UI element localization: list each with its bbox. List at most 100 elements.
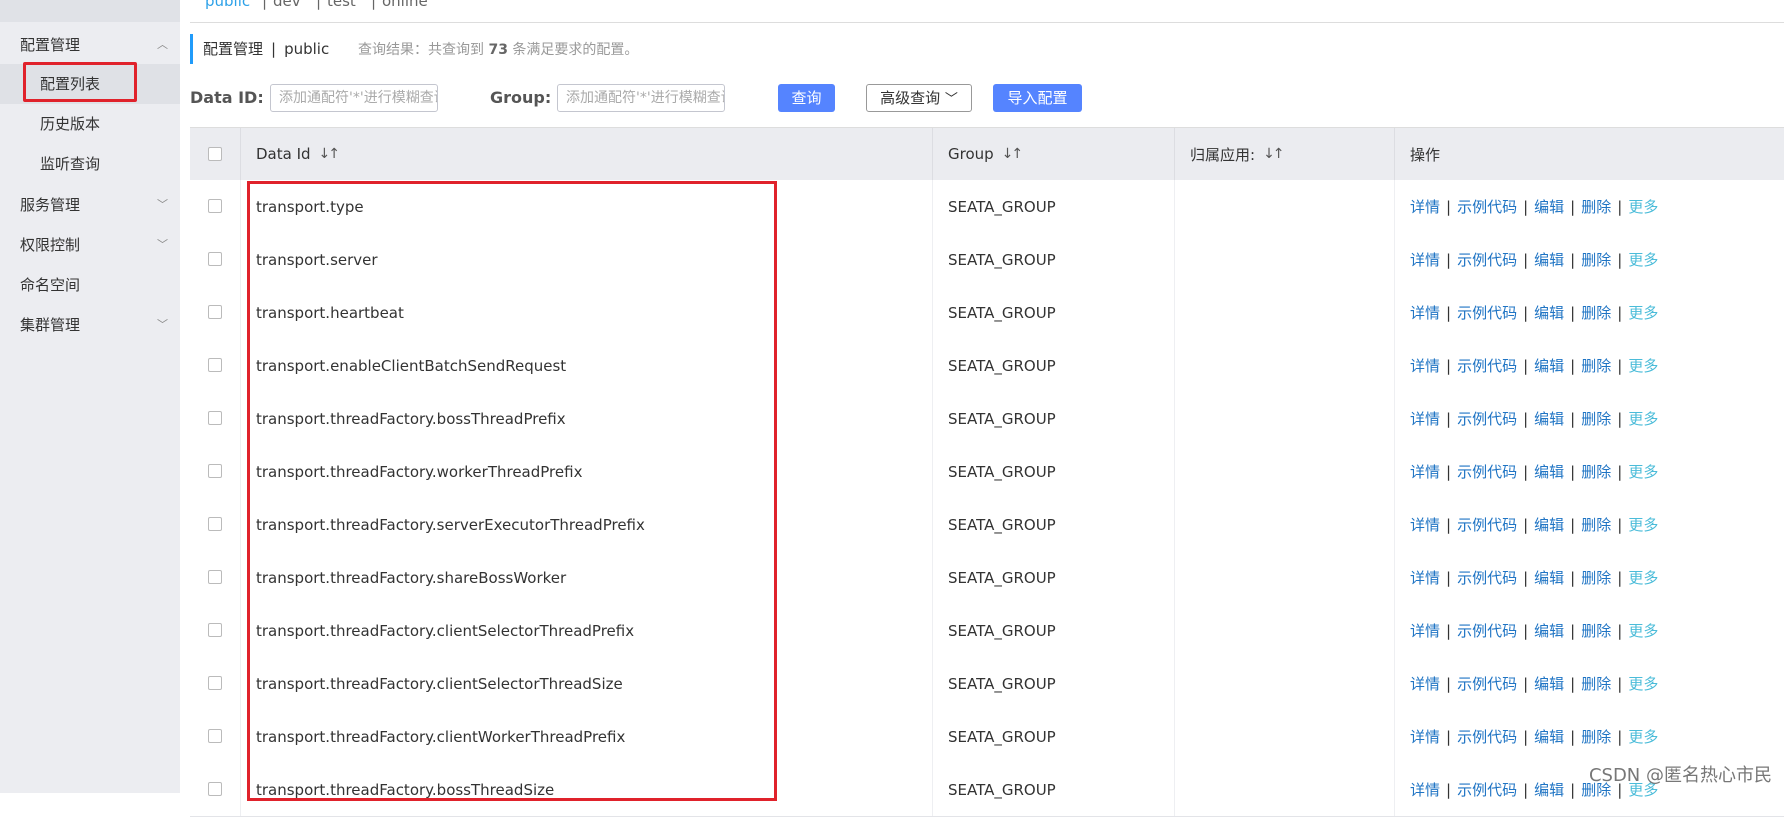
namespace-tab-public[interactable]: public (205, 0, 250, 9)
query-result-summary: 查询结果：共查询到 73 条满足要求的配置。 (358, 42, 638, 58)
row-checkbox[interactable] (208, 252, 222, 266)
row-checkbox[interactable] (208, 729, 222, 743)
detail-link[interactable]: 详情 (1410, 249, 1440, 270)
sample-code-link[interactable]: 示例代码 (1457, 673, 1517, 694)
sidebar-subitem-history[interactable]: 历史版本 (0, 104, 180, 144)
action-separator: | (1523, 780, 1529, 799)
detail-link[interactable]: 详情 (1410, 196, 1440, 217)
more-link[interactable]: 更多 (1628, 408, 1658, 429)
delete-link[interactable]: 删除 (1581, 726, 1611, 747)
sample-code-link[interactable]: 示例代码 (1457, 620, 1517, 641)
row-checkbox[interactable] (208, 411, 222, 425)
namespace-tab-test[interactable]: test (327, 0, 356, 9)
sample-code-link[interactable]: 示例代码 (1457, 302, 1517, 323)
sample-code-link[interactable]: 示例代码 (1457, 408, 1517, 429)
row-checkbox[interactable] (208, 464, 222, 478)
column-header-label: Data Id (256, 145, 311, 163)
sample-code-link[interactable]: 示例代码 (1457, 249, 1517, 270)
sort-icon[interactable]: ↓↑ (319, 146, 341, 162)
row-checkbox[interactable] (208, 199, 222, 213)
delete-link[interactable]: 删除 (1581, 514, 1611, 535)
sort-icon[interactable]: ↓↑ (1002, 146, 1024, 162)
sample-code-link[interactable]: 示例代码 (1457, 726, 1517, 747)
delete-link[interactable]: 删除 (1581, 567, 1611, 588)
detail-link[interactable]: 详情 (1410, 461, 1440, 482)
action-separator: | (1523, 515, 1529, 534)
sidebar-item-access-control[interactable]: 权限控制 ﹀ (0, 226, 180, 264)
edit-link[interactable]: 编辑 (1534, 779, 1564, 800)
edit-link[interactable]: 编辑 (1534, 620, 1564, 641)
sidebar-item-cluster-management[interactable]: 集群管理 ﹀ (0, 306, 180, 344)
namespace-tab-dev[interactable]: dev (273, 0, 301, 9)
more-link[interactable]: 更多 (1628, 302, 1658, 323)
detail-link[interactable]: 详情 (1410, 302, 1440, 323)
sample-code-link[interactable]: 示例代码 (1457, 196, 1517, 217)
sample-code-link[interactable]: 示例代码 (1457, 461, 1517, 482)
detail-link[interactable]: 详情 (1410, 779, 1440, 800)
edit-link[interactable]: 编辑 (1534, 514, 1564, 535)
column-header-group[interactable]: Group ↓↑ (932, 128, 1174, 180)
delete-link[interactable]: 删除 (1581, 408, 1611, 429)
more-link[interactable]: 更多 (1628, 673, 1658, 694)
edit-link[interactable]: 编辑 (1534, 355, 1564, 376)
more-link[interactable]: 更多 (1628, 620, 1658, 641)
more-link[interactable]: 更多 (1628, 567, 1658, 588)
namespace-tab-online[interactable]: online (382, 0, 428, 9)
sidebar-item-service-management[interactable]: 服务管理 ﹀ (0, 186, 180, 224)
detail-link[interactable]: 详情 (1410, 408, 1440, 429)
more-link[interactable]: 更多 (1628, 355, 1658, 376)
more-link[interactable]: 更多 (1628, 249, 1658, 270)
row-checkbox[interactable] (208, 570, 222, 584)
sort-icon[interactable]: ↓↑ (1263, 146, 1285, 162)
edit-link[interactable]: 编辑 (1534, 673, 1564, 694)
detail-link[interactable]: 详情 (1410, 567, 1440, 588)
detail-link[interactable]: 详情 (1410, 726, 1440, 747)
column-header-app[interactable]: 归属应用: ↓↑ (1174, 128, 1394, 180)
sample-code-link[interactable]: 示例代码 (1457, 779, 1517, 800)
detail-link[interactable]: 详情 (1410, 514, 1440, 535)
delete-link[interactable]: 删除 (1581, 461, 1611, 482)
select-all-checkbox[interactable] (208, 147, 222, 161)
row-checkbox[interactable] (208, 676, 222, 690)
delete-link[interactable]: 删除 (1581, 302, 1611, 323)
edit-link[interactable]: 编辑 (1534, 726, 1564, 747)
sample-code-link[interactable]: 示例代码 (1457, 514, 1517, 535)
cell-actions: 详情 | 示例代码 | 编辑 | 删除 | 更多 (1394, 180, 1784, 233)
sidebar-subitem-listener-query[interactable]: 监听查询 (0, 144, 180, 184)
more-link[interactable]: 更多 (1628, 726, 1658, 747)
row-checkbox[interactable] (208, 623, 222, 637)
row-checkbox[interactable] (208, 305, 222, 319)
sample-code-link[interactable]: 示例代码 (1457, 355, 1517, 376)
more-link[interactable]: 更多 (1628, 196, 1658, 217)
row-checkbox[interactable] (208, 517, 222, 531)
row-checkbox[interactable] (208, 782, 222, 796)
more-link[interactable]: 更多 (1628, 514, 1658, 535)
sample-code-link[interactable]: 示例代码 (1457, 567, 1517, 588)
action-separator: | (1446, 303, 1452, 322)
delete-link[interactable]: 删除 (1581, 196, 1611, 217)
detail-link[interactable]: 详情 (1410, 355, 1440, 376)
import-config-button[interactable]: 导入配置 (993, 84, 1082, 112)
sidebar-item-namespace[interactable]: 命名空间 (0, 266, 180, 304)
edit-link[interactable]: 编辑 (1534, 567, 1564, 588)
edit-link[interactable]: 编辑 (1534, 461, 1564, 482)
edit-link[interactable]: 编辑 (1534, 302, 1564, 323)
row-checkbox[interactable] (208, 358, 222, 372)
data-id-input[interactable]: 添加通配符'*'进行模糊查询 (270, 84, 438, 112)
delete-link[interactable]: 删除 (1581, 355, 1611, 376)
column-header-data-id[interactable]: Data Id ↓↑ (240, 128, 932, 180)
group-input[interactable]: 添加通配符'*'进行模糊查询 (557, 84, 725, 112)
edit-link[interactable]: 编辑 (1534, 196, 1564, 217)
more-link[interactable]: 更多 (1628, 461, 1658, 482)
edit-link[interactable]: 编辑 (1534, 408, 1564, 429)
edit-link[interactable]: 编辑 (1534, 249, 1564, 270)
detail-link[interactable]: 详情 (1410, 620, 1440, 641)
delete-link[interactable]: 删除 (1581, 620, 1611, 641)
delete-link[interactable]: 删除 (1581, 673, 1611, 694)
action-separator: | (1523, 356, 1529, 375)
advanced-query-button[interactable]: 高级查询 ﹀ (866, 84, 972, 112)
delete-link[interactable]: 删除 (1581, 249, 1611, 270)
detail-link[interactable]: 详情 (1410, 673, 1440, 694)
sidebar-item-config-management[interactable]: 配置管理 ︿ (0, 26, 180, 64)
query-button[interactable]: 查询 (778, 84, 835, 112)
